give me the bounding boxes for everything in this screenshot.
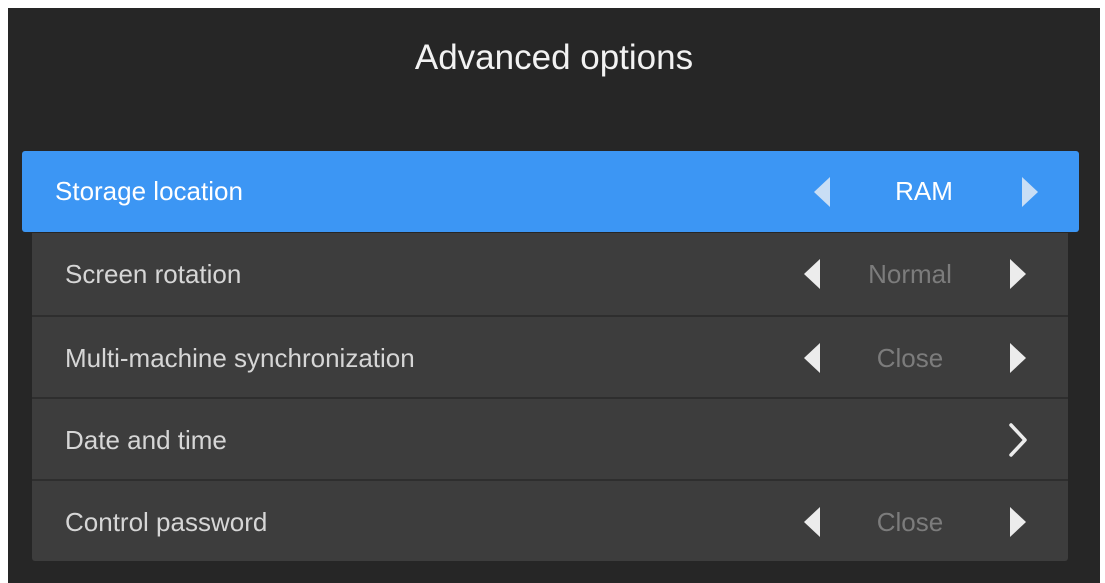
option-label: Screen rotation bbox=[65, 259, 242, 289]
option-row-storage-location[interactable]: Storage location RAM bbox=[22, 151, 1079, 232]
option-row-multi-machine-synchronization[interactable]: Multi-machine synchronization Close bbox=[32, 315, 1068, 397]
chevron-right-icon[interactable] bbox=[998, 399, 1038, 481]
option-label: Control password bbox=[65, 507, 268, 537]
previous-value-arrow-icon[interactable] bbox=[792, 233, 832, 315]
previous-value-arrow-icon[interactable] bbox=[792, 317, 832, 399]
previous-value-arrow-icon[interactable] bbox=[792, 481, 832, 563]
next-value-arrow-icon[interactable] bbox=[998, 233, 1038, 315]
option-value: RAM bbox=[895, 176, 953, 206]
next-value-arrow-icon[interactable] bbox=[998, 317, 1038, 399]
option-row-screen-rotation[interactable]: Screen rotation Normal bbox=[32, 233, 1068, 315]
option-label: Multi-machine synchronization bbox=[65, 343, 415, 373]
option-value: Normal bbox=[868, 259, 952, 289]
option-label: Storage location bbox=[55, 176, 243, 206]
next-value-arrow-icon[interactable] bbox=[1010, 151, 1050, 232]
advanced-options-screen: Advanced options Storage location RAM Sc… bbox=[8, 8, 1100, 583]
option-value: Close bbox=[876, 507, 944, 537]
option-row-control-password[interactable]: Control password Close bbox=[32, 479, 1068, 561]
option-label: Date and time bbox=[65, 425, 227, 455]
option-row-date-and-time[interactable]: Date and time bbox=[32, 397, 1068, 479]
previous-value-arrow-icon[interactable] bbox=[802, 151, 842, 232]
option-value: Close bbox=[876, 343, 944, 373]
next-value-arrow-icon[interactable] bbox=[998, 481, 1038, 563]
page-title: Advanced options bbox=[414, 38, 694, 77]
